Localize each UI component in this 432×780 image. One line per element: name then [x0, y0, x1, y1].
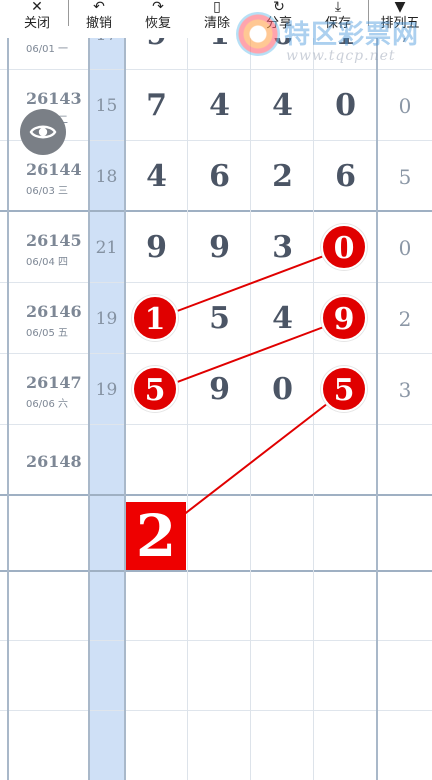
digit-cell[interactable]: 9 [125, 213, 188, 283]
digit-cell[interactable]: 4 [251, 71, 314, 141]
table-row: 26148 [0, 426, 432, 496]
highlight-circle: 0 [321, 224, 367, 270]
highlight-circle: 9 [321, 295, 367, 341]
grid-divider [0, 570, 432, 572]
digit-cell[interactable]: 3 [251, 213, 314, 283]
toolbar: ✕ 关闭 ↶ 撤销 ↷ 恢复 ▯ 清除 ↻ 分享 ⤓ 保存 ▼ 排列五 [0, 0, 432, 38]
issue-date: 06/05 五 [26, 328, 68, 339]
issue-cell: 26145 06/04 四 [8, 213, 88, 283]
sum-cell: 15 [95, 96, 118, 116]
lottery-type-dropdown[interactable]: ▼ 排列五 [376, 0, 424, 38]
digit-cell[interactable] [188, 426, 251, 496]
dropdown-icon: ▼ [394, 0, 406, 15]
issue-cell: 26147 06/06 六 [8, 355, 88, 425]
trash-icon: ▯ [213, 0, 221, 15]
digit-cell[interactable]: 6 [314, 142, 377, 212]
grid-divider [250, 0, 251, 780]
digit-cell[interactable]: 0 [314, 71, 377, 141]
grid-divider [88, 0, 90, 780]
issue-number: 26146 [26, 302, 82, 321]
redo-button[interactable]: ↷ 恢复 [141, 0, 175, 38]
share-button[interactable]: ↻ 分享 [262, 0, 296, 38]
close-button[interactable]: ✕ 关闭 [20, 0, 54, 38]
digit-cell[interactable]: 9 [188, 355, 251, 425]
eye-icon [29, 125, 57, 139]
clear-button[interactable]: ▯ 清除 [200, 0, 234, 38]
issue-cell: 26148 [8, 426, 88, 496]
download-icon: ⤓ [334, 0, 342, 15]
digit-cell[interactable] [251, 426, 314, 496]
save-button[interactable]: ⤓ 保存 [321, 0, 355, 38]
grid-divider [7, 0, 9, 780]
grid-divider [0, 710, 432, 711]
sum-cell: 21 [95, 238, 118, 258]
undo-button[interactable]: ↶ 撤销 [82, 0, 116, 38]
issue-date: 06/04 四 [26, 257, 68, 268]
table-row: 2614706/06 六1959053 [0, 355, 432, 425]
digit-cell[interactable] [125, 426, 188, 496]
undo-icon: ↶ [93, 0, 105, 15]
close-icon: ✕ [31, 0, 43, 15]
digit-cell[interactable]: 4 [188, 71, 251, 141]
issue-date: 06/03 三 [26, 186, 68, 197]
toolbar-separator [68, 0, 69, 26]
digit-cell[interactable] [314, 426, 377, 496]
p5-cell: 0 [398, 94, 412, 118]
highlight-circle: 5 [132, 366, 178, 412]
toggle-visibility-button[interactable] [20, 109, 66, 155]
issue-number: 26144 [26, 160, 82, 179]
digit-cell[interactable]: 9 [188, 213, 251, 283]
grid-divider [0, 640, 432, 641]
digit-cell[interactable]: 4 [251, 284, 314, 354]
table-row: 2614506/04 四2199300 [0, 213, 432, 283]
p5-cell: 2 [398, 307, 412, 331]
sum-cell: 19 [95, 380, 118, 400]
issue-number: 26147 [26, 373, 82, 392]
grid-divider [187, 0, 188, 780]
digit-cell[interactable]: 4 [125, 142, 188, 212]
table-row: 26146 06/05 五 19 1549 2 [0, 284, 432, 354]
grid-divider [376, 0, 378, 780]
issue-cell: 26146 06/05 五 [8, 284, 88, 354]
sum-cell: 19 [95, 309, 118, 329]
digit-cell[interactable]: 0 [251, 355, 314, 425]
issue-number: 26145 [26, 231, 82, 250]
table-row: 26144 06/03 三 18 4 6 2 6 5 [0, 142, 432, 212]
toolbar-separator [368, 0, 369, 26]
p5-cell: 5 [398, 165, 412, 189]
redo-icon: ↷ [152, 0, 164, 15]
p5-cell [378, 426, 432, 496]
digit-cell[interactable]: 7 [125, 71, 188, 141]
highlight-circle: 5 [321, 366, 367, 412]
number-grid: 2614105/31 日16215822614206/01 一179161726… [0, 0, 432, 780]
share-icon: ↻ [273, 0, 285, 15]
issue-date: 06/01 一 [26, 44, 68, 55]
grid-divider [313, 0, 314, 780]
digit-cell[interactable]: 5 [188, 284, 251, 354]
sum-cell: 18 [95, 167, 118, 187]
issue-number: 26148 [26, 452, 82, 471]
p5-cell: 0 [398, 236, 412, 260]
grid-divider [124, 0, 126, 780]
sum-cell [89, 426, 124, 496]
prediction-box: 2 [126, 502, 186, 570]
issue-date: 06/06 六 [26, 399, 68, 410]
digit-cell[interactable]: 2 [251, 142, 314, 212]
digit-cell[interactable]: 6 [188, 142, 251, 212]
p5-cell: 3 [398, 378, 412, 402]
issue-number: 26143 [26, 89, 82, 108]
highlight-circle: 1 [132, 295, 178, 341]
